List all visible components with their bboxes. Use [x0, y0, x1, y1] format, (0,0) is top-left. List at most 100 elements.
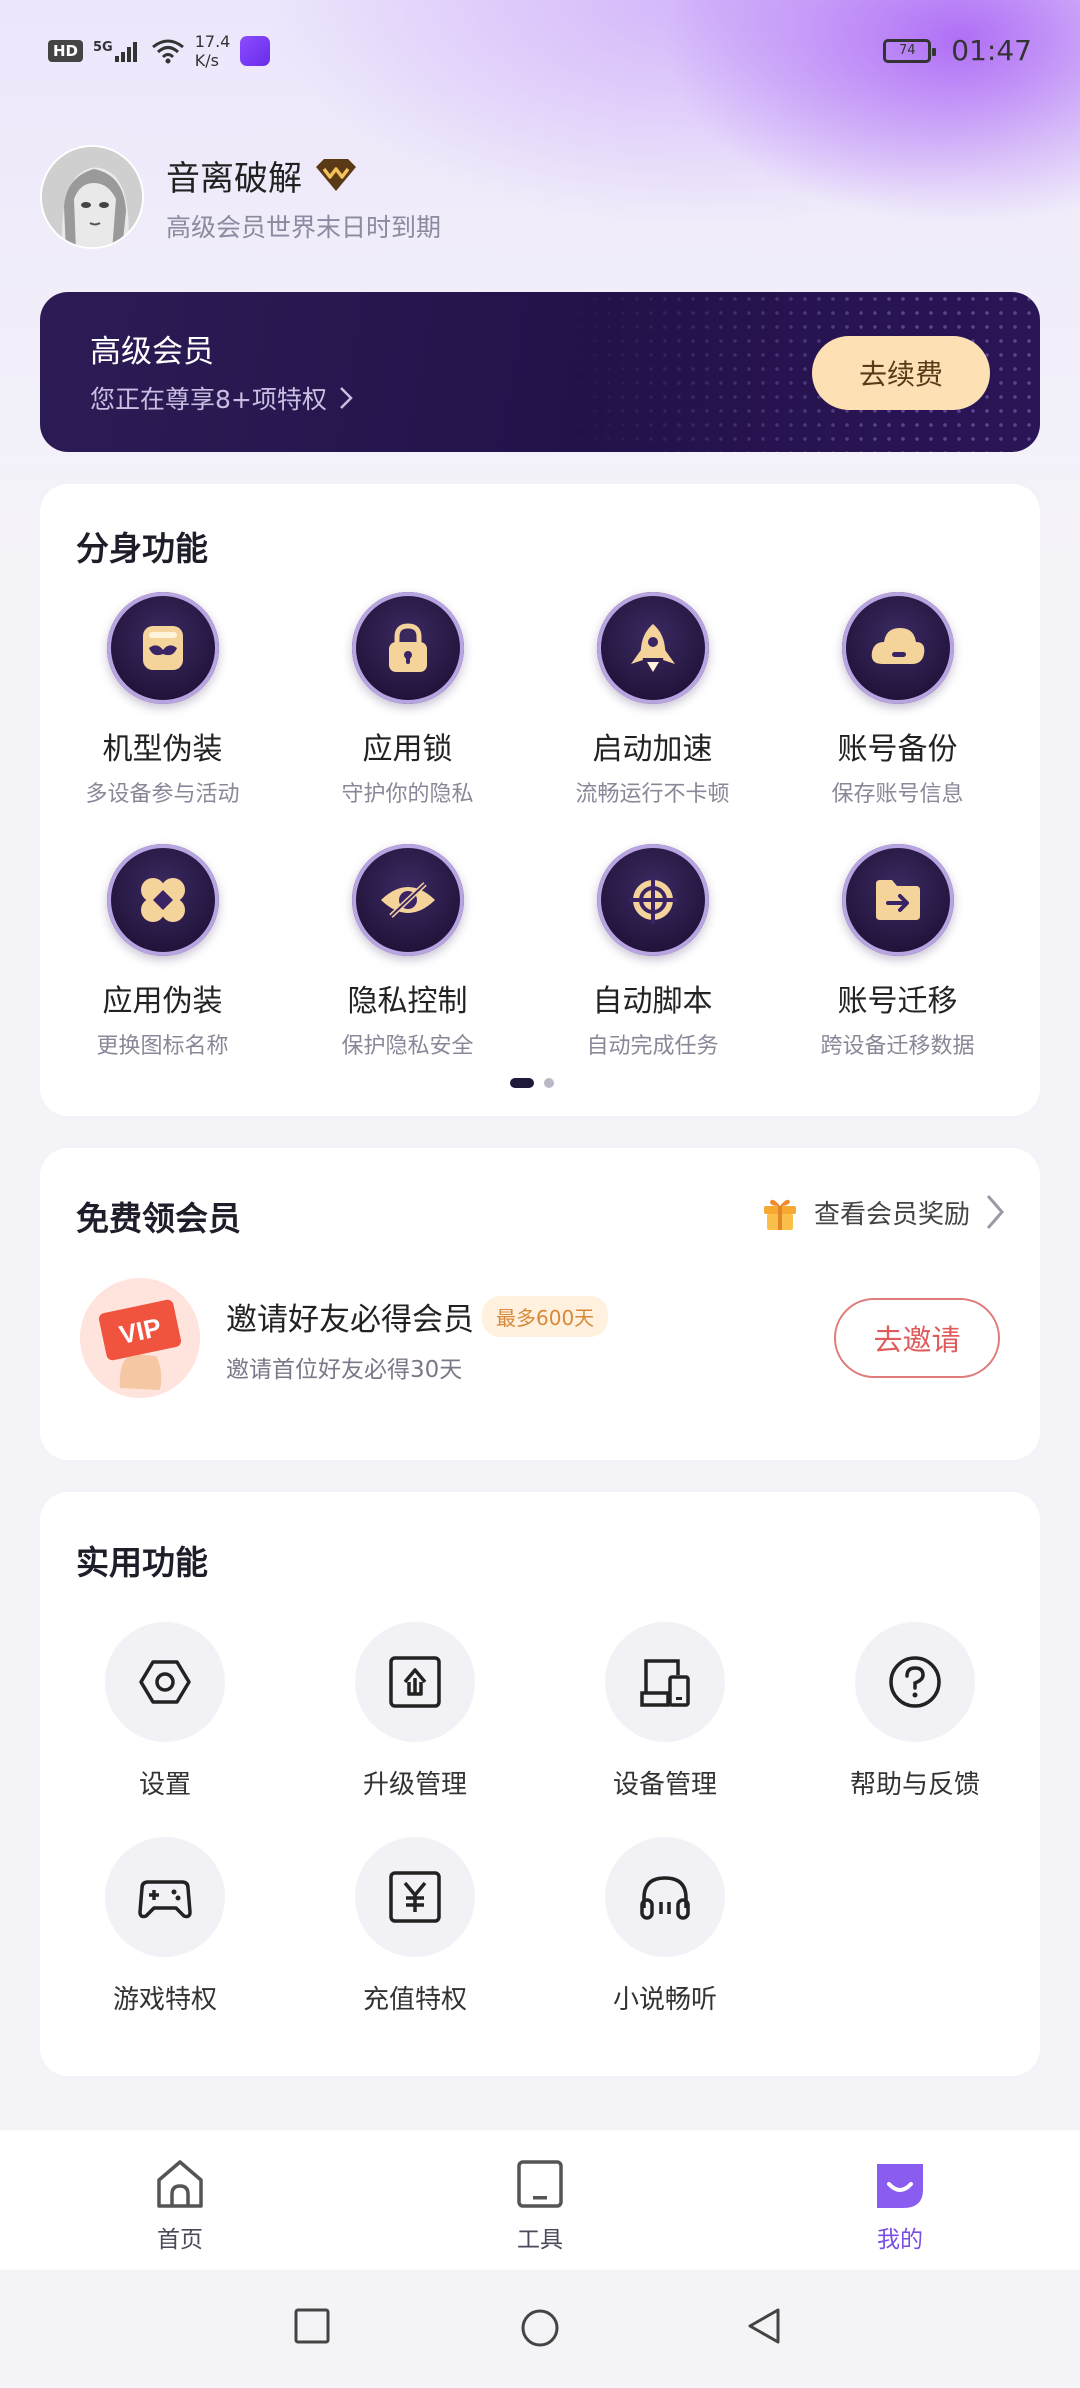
speed-value: 17.4: [194, 32, 231, 51]
tool-label: 设置: [138, 1770, 191, 1800]
tool-device-management[interactable]: 设备管理: [540, 1622, 790, 1801]
mask-icon: [106, 592, 219, 704]
feature-privacy-control[interactable]: 隐私控制 保护隐私安全: [285, 844, 530, 1060]
feature-device-disguise[interactable]: 机型伪装 多设备参与活动: [40, 592, 285, 808]
free-vip-card: 免费领会员 查看会员奖励 VIP 邀请好友必得会员 最多600天 邀请首位好友必…: [40, 1148, 1040, 1460]
network-speed: 17.4 K/s: [195, 32, 231, 70]
tool-help-feedback[interactable]: 帮助与反馈: [790, 1622, 1040, 1801]
home-icon: [157, 2160, 203, 2208]
username-row: 音离破解: [166, 151, 441, 200]
renew-button[interactable]: 去续费: [812, 336, 990, 410]
feature-app-disguise[interactable]: 应用伪装 更换图标名称: [40, 844, 285, 1060]
signal-icon: 5G: [93, 40, 141, 62]
invite-title-row: 邀请好友必得会员 最多600天: [226, 1294, 609, 1339]
feature-auto-script[interactable]: 自动脚本 自动完成任务: [530, 844, 775, 1060]
page-indicator: [510, 1078, 554, 1088]
gift-icon: [763, 1199, 796, 1230]
feature-label: 启动加速: [592, 732, 713, 767]
battery-icon: 74: [883, 38, 937, 63]
lock-icon: [351, 592, 464, 704]
page-dot-active: [510, 1078, 534, 1088]
clone-features-title: 分身功能: [76, 529, 208, 568]
battery-level: 74: [899, 43, 916, 58]
recent-apps-button[interactable]: [292, 2306, 332, 2346]
practical-tools-card: 实用功能 设置 升级管理 设备管理 帮助与反馈 游戏特权 充值特权 小说畅听: [40, 1492, 1040, 2076]
tool-label: 帮助与反馈: [849, 1770, 980, 1800]
home-button[interactable]: [518, 2306, 562, 2350]
vip-privileges-link[interactable]: 您正在尊享8+项特权: [90, 380, 353, 416]
feature-sub: 更换图标名称: [96, 1034, 229, 1059]
feature-sub: 多设备参与活动: [85, 782, 240, 807]
invite-button[interactable]: 去邀请: [834, 1298, 1000, 1378]
feature-account-backup[interactable]: 账号备份 保存账号信息: [775, 592, 1020, 808]
headphones-icon: [605, 1837, 725, 1957]
tool-upgrade-management[interactable]: 升级管理: [290, 1622, 540, 1801]
nav-tools[interactable]: 工具: [480, 2158, 600, 2254]
status-bar: HD 5G 17.4 K/s 74 01:47: [0, 0, 1080, 100]
signal-label: 5G: [93, 40, 113, 55]
username: 音离破解: [166, 158, 302, 199]
tool-label: 升级管理: [362, 1770, 467, 1800]
app-notification-icon: [240, 36, 271, 66]
feature-label: 应用伪装: [102, 984, 223, 1019]
status-left: HD 5G 17.4 K/s: [48, 32, 271, 70]
eye-slash-icon: [351, 844, 464, 956]
feature-sub: 自动完成任务: [586, 1034, 719, 1059]
nav-mine[interactable]: 我的: [840, 2158, 960, 2254]
tool-novel-listen[interactable]: 小说畅听: [540, 1837, 790, 2016]
tool-game-privilege[interactable]: 游戏特权: [40, 1837, 290, 2016]
mine-icon: [877, 2164, 923, 2208]
feature-sub: 保存账号信息: [831, 782, 964, 807]
tool-label: 充值特权: [362, 1985, 467, 2015]
membership-expiry: 高级会员世界末日时到期: [166, 212, 442, 242]
tools-title: 实用功能: [76, 1543, 208, 1582]
nav-home[interactable]: 首页: [120, 2158, 240, 2254]
profile-text: 音离破解 高级会员世界末日时到期: [166, 151, 441, 244]
feature-boost-launch[interactable]: 启动加速 流畅运行不卡顿: [530, 592, 775, 808]
back-button[interactable]: [744, 2306, 784, 2346]
speed-unit: K/s: [194, 51, 219, 70]
vip-subtitle: 您正在尊享8+项特权: [90, 385, 327, 414]
feature-sub: 跨设备迁移数据: [820, 1034, 975, 1059]
upgrade-icon: [355, 1622, 475, 1742]
gamepad-icon: [105, 1837, 225, 1957]
settings-icon: [105, 1622, 225, 1742]
tool-label: 设备管理: [612, 1770, 717, 1800]
tools-grid: 设置 升级管理 设备管理 帮助与反馈 游戏特权 充值特权 小说畅听: [40, 1622, 1040, 2016]
status-right: 74 01:47: [883, 34, 1032, 67]
chevron-right-icon: [339, 387, 353, 409]
nav-label: 我的: [877, 2227, 923, 2253]
profile-header[interactable]: 音离破解 高级会员世界末日时到期: [40, 145, 441, 249]
help-icon: [855, 1622, 975, 1742]
feature-label: 账号备份: [837, 732, 958, 767]
avatar[interactable]: [40, 145, 144, 249]
vip-ticket-icon: VIP: [80, 1278, 200, 1398]
clover-icon: [106, 844, 219, 956]
tool-label: 游戏特权: [112, 1985, 217, 2015]
vip-membership-card[interactable]: 高级会员 您正在尊享8+项特权 去续费: [40, 292, 1040, 452]
recharge-icon: [355, 1837, 475, 1957]
tool-settings[interactable]: 设置: [40, 1622, 290, 1801]
vip-diamond-icon: [316, 159, 356, 191]
feature-label: 自动脚本: [592, 984, 713, 1019]
wifi-icon: [151, 39, 184, 64]
clock: 01:47: [951, 34, 1032, 67]
chevron-right-icon: [986, 1195, 1004, 1229]
feature-label: 账号迁移: [837, 984, 958, 1019]
bottom-navigation: 首页 工具 我的: [0, 2130, 1080, 2270]
folder-transfer-icon: [841, 844, 954, 956]
nav-label: 工具: [517, 2227, 563, 2253]
feature-account-migration[interactable]: 账号迁移 跨设备迁移数据: [775, 844, 1020, 1060]
feature-app-lock[interactable]: 应用锁 守护你的隐私: [285, 592, 530, 808]
invite-friends-row: VIP 邀请好友必得会员 最多600天 邀请首位好友必得30天 去邀请: [80, 1278, 1000, 1398]
tool-label: 小说畅听: [612, 1985, 717, 2015]
nav-label: 首页: [157, 2227, 203, 2253]
feature-sub: 守护你的隐私: [341, 782, 474, 807]
view-rewards-link[interactable]: 查看会员奖励: [760, 1192, 1006, 1232]
free-vip-title: 免费领会员: [76, 1199, 241, 1238]
tool-recharge-privilege[interactable]: 充值特权: [290, 1837, 540, 2016]
crosshair-icon: [596, 844, 709, 956]
cloud-icon: [841, 592, 954, 704]
clone-features-grid: 机型伪装 多设备参与活动 应用锁 守护你的隐私 启动加速 流畅运行不卡顿 账号备…: [40, 592, 1040, 1060]
max-days-badge: 最多600天: [482, 1296, 609, 1337]
